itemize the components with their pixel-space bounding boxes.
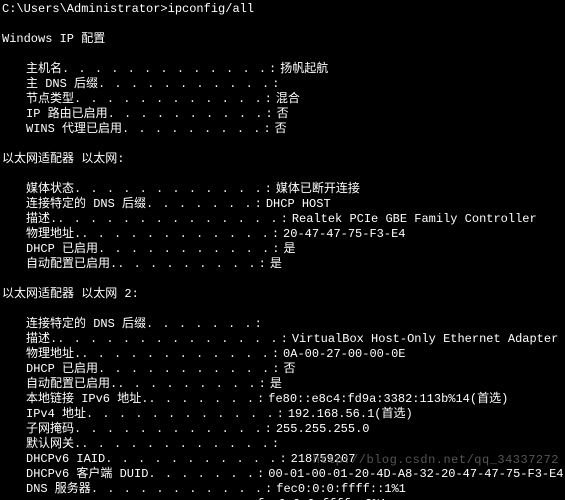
config-row: 物理地址. . . . . . . . . . . . . :20-47-47-… bbox=[2, 227, 565, 242]
adapter1-title: 以太网适配器 以太网: bbox=[2, 152, 565, 167]
field-value: DHCP HOST bbox=[266, 197, 331, 212]
field-value: 0A-00-27-00-00-0E bbox=[283, 347, 405, 362]
field-value: 扬帆起航 bbox=[280, 62, 328, 77]
dots: . . . . . . . . . bbox=[117, 257, 256, 272]
field-value: 否 bbox=[283, 362, 295, 377]
field-label: IP 路由已启用 bbox=[26, 107, 108, 122]
field-label: 连接特定的 DNS 后缀 bbox=[26, 197, 146, 212]
config-row: IP 路由已启用 . . . . . . . . . . :否 bbox=[2, 107, 565, 122]
field-value: 混合 bbox=[276, 92, 300, 107]
dots: . . . . . . . bbox=[148, 392, 255, 407]
field-label: 物理地址. bbox=[26, 227, 81, 242]
config-row: 主机名 . . . . . . . . . . . . . :扬帆起航 bbox=[2, 62, 565, 77]
dots: . . . . . . . . . . . . bbox=[81, 347, 270, 362]
dots: . . . . . . . . . . . . bbox=[86, 407, 275, 422]
dots: . . . . . . . . . . . . . . bbox=[57, 212, 278, 227]
config-row: DNS 服务器 . . . . . . . . . . . :fec0:0:0:… bbox=[2, 482, 565, 497]
field-value: 192.168.56.1(首选) bbox=[288, 407, 413, 422]
dots: . . . . . . . . . . . . . . bbox=[57, 332, 278, 347]
field-value: fec0:0:0:ffff::1%1 bbox=[276, 482, 406, 497]
terminal-output: C:\Users\Administrator>ipconfig/all Wind… bbox=[0, 0, 565, 500]
dots: . . . . . . . . . . . bbox=[91, 482, 263, 497]
config-row: 默认网关. . . . . . . . . . . . . : bbox=[2, 437, 565, 452]
field-label: 描述. bbox=[26, 332, 57, 347]
config-row: 节点类型 . . . . . . . . . . . . :混合 bbox=[2, 92, 565, 107]
dots: . . . . . . . . . . . bbox=[98, 242, 270, 257]
config-row: 媒体状态 . . . . . . . . . . . . :媒体已断开连接 bbox=[2, 182, 565, 197]
dots: . . . . . . . bbox=[146, 197, 253, 212]
dots: . . . . . . . . . . . . bbox=[81, 227, 270, 242]
field-label: DHCP 已启用 bbox=[26, 242, 98, 257]
config-row: 连接特定的 DNS 后缀 . . . . . . . : bbox=[2, 317, 565, 332]
field-value: 是 bbox=[270, 377, 282, 392]
config-row: 物理地址. . . . . . . . . . . . . :0A-00-27-… bbox=[2, 347, 565, 362]
field-label: 描述. bbox=[26, 212, 57, 227]
field-value: VirtualBox Host-Only Ethernet Adapter bbox=[292, 332, 558, 347]
field-value: 是 bbox=[270, 257, 282, 272]
config-row: 主 DNS 后缀. . . . . . . . . . . : bbox=[2, 77, 565, 92]
config-row: 描述. . . . . . . . . . . . . . . :Realtek… bbox=[2, 212, 565, 227]
dots: . . . . . . . bbox=[148, 467, 255, 482]
field-label: 主机名 bbox=[26, 62, 62, 77]
dots: . . . . . . . . . bbox=[122, 122, 261, 137]
config-row: 描述. . . . . . . . . . . . . . . :Virtual… bbox=[2, 332, 565, 347]
field-label: DHCPv6 IAID bbox=[26, 452, 105, 467]
field-label: 自动配置已启用. bbox=[26, 377, 117, 392]
field-value: 否 bbox=[277, 107, 289, 122]
config-row: DHCPv6 客户端 DUID . . . . . . . :00-01-00-… bbox=[2, 467, 565, 482]
field-label: 默认网关. bbox=[26, 437, 81, 452]
dots: . . . . . . . . . . . . bbox=[81, 437, 270, 452]
field-value: fe80::e8c4:fd9a:3382:113b%14(首选) bbox=[268, 392, 508, 407]
field-label: 媒体状态 bbox=[26, 182, 74, 197]
dots: . . . . . . . bbox=[146, 317, 253, 332]
field-value: 媒体已断开连接 bbox=[276, 182, 360, 197]
dots: . . . . . . . . . . bbox=[108, 107, 264, 122]
dots: . . . . . . . . . . . . bbox=[74, 92, 263, 107]
field-value: 255.255.255.0 bbox=[276, 422, 370, 437]
field-value: 否 bbox=[275, 122, 287, 137]
config-row: 自动配置已启用. . . . . . . . . . :是 bbox=[2, 377, 565, 392]
config-row: 子网掩码 . . . . . . . . . . . . :255.255.25… bbox=[2, 422, 565, 437]
field-value: 00-01-00-01-20-4D-A8-32-20-47-47-75-F3-E… bbox=[268, 467, 563, 482]
field-label: WINS 代理已启用 bbox=[26, 122, 122, 137]
field-label: DNS 服务器 bbox=[26, 482, 91, 497]
field-label: 自动配置已启用. bbox=[26, 257, 117, 272]
config-row: WINS 代理已启用 . . . . . . . . . :否 bbox=[2, 122, 565, 137]
field-label: DHCP 已启用 bbox=[26, 362, 98, 377]
dots: . . . . . . . . . . . bbox=[98, 362, 270, 377]
field-label: 子网掩码 bbox=[26, 422, 74, 437]
field-value: 20-47-47-75-F3-E4 bbox=[283, 227, 405, 242]
header-line: Windows IP 配置 bbox=[2, 32, 565, 47]
config-row: 连接特定的 DNS 后缀 . . . . . . . :DHCP HOST bbox=[2, 197, 565, 212]
dots: . . . . . . . . . . . . bbox=[74, 422, 263, 437]
dots: . . . . . . . . . . . . bbox=[74, 182, 263, 197]
dots: . . . . . . . . . . . . . bbox=[62, 62, 267, 77]
watermark: http://blog.csdn.net/qq_34337272 bbox=[313, 453, 559, 468]
field-label: 主 DNS 后缀 bbox=[26, 77, 98, 92]
config-row: DHCP 已启用 . . . . . . . . . . . :是 bbox=[2, 242, 565, 257]
dots: . . . . . . . . . . . bbox=[98, 77, 270, 92]
config-row: 本地链接 IPv6 地址. . . . . . . . :fe80::e8c4:… bbox=[2, 392, 565, 407]
field-label: 连接特定的 DNS 后缀 bbox=[26, 317, 146, 332]
field-label: 本地链接 IPv6 地址. bbox=[26, 392, 148, 407]
command-line: C:\Users\Administrator>ipconfig/all bbox=[2, 2, 565, 17]
field-value: 是 bbox=[283, 242, 295, 257]
field-label: 物理地址. bbox=[26, 347, 81, 362]
dots: . . . . . . . . . bbox=[117, 377, 256, 392]
dots: . . . . . . . . . . . bbox=[105, 452, 277, 467]
adapter2-title: 以太网适配器 以太网 2: bbox=[2, 287, 565, 302]
field-value: Realtek PCIe GBE Family Controller bbox=[292, 212, 537, 227]
config-row: IPv4 地址 . . . . . . . . . . . . :192.168… bbox=[2, 407, 565, 422]
field-label: DHCPv6 客户端 DUID bbox=[26, 467, 148, 482]
config-row: DHCP 已启用 . . . . . . . . . . . :否 bbox=[2, 362, 565, 377]
field-label: 节点类型 bbox=[26, 92, 74, 107]
config-row: 自动配置已启用. . . . . . . . . . :是 bbox=[2, 257, 565, 272]
field-label: IPv4 地址 bbox=[26, 407, 86, 422]
